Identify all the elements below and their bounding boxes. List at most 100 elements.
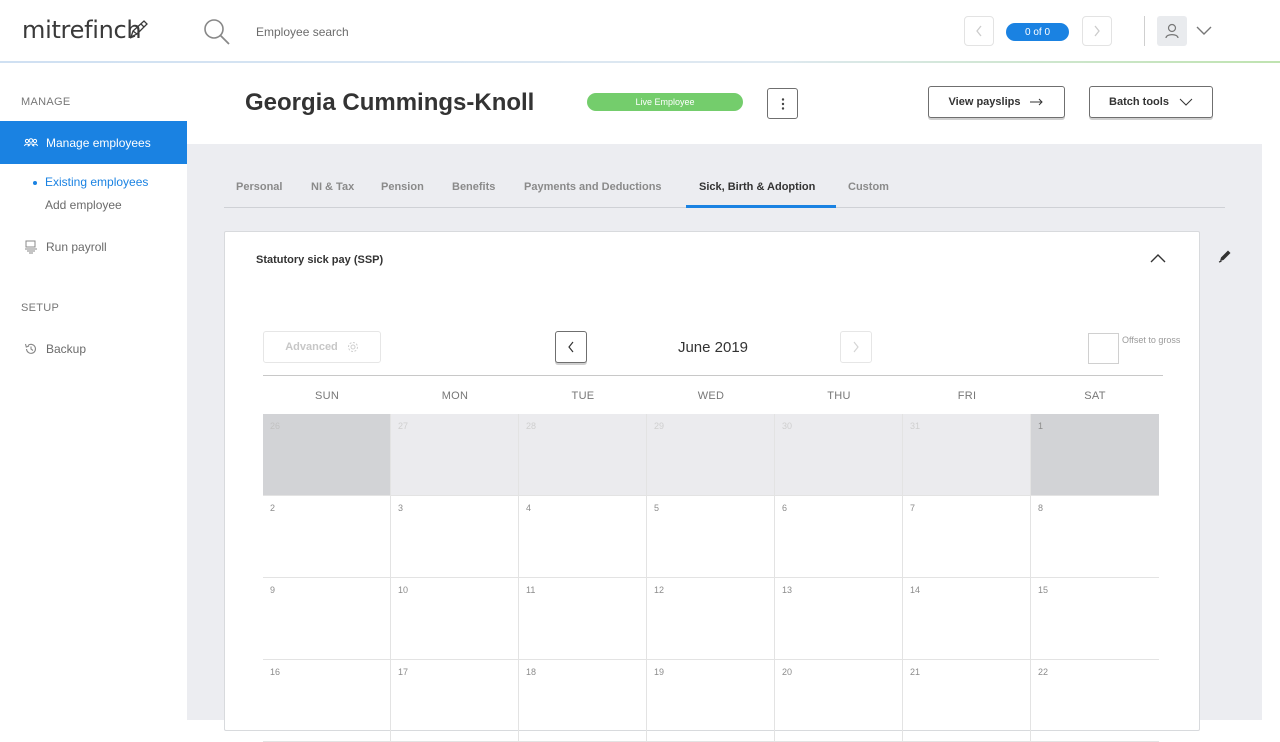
previous-employee-button[interactable] (964, 16, 994, 46)
user-icon (1165, 23, 1179, 39)
calendar-day-number: 6 (782, 503, 788, 513)
sidebar-item-backup[interactable]: Backup (24, 342, 86, 356)
calendar-day-cell[interactable]: 29 (647, 414, 775, 496)
sidebar-subitem-add-employee[interactable]: Add employee (45, 198, 122, 212)
divider (1144, 16, 1145, 46)
calendar-day-cell[interactable]: 17 (391, 660, 519, 742)
calendar-day-cell[interactable]: 3 (391, 496, 519, 578)
calendar-day-cell[interactable]: 28 (519, 414, 647, 496)
day-of-week-label: SUN (314, 390, 340, 402)
sidebar-item-label: Backup (46, 342, 87, 356)
day-of-week-label: TUE (571, 390, 595, 402)
view-payslips-label: View payslips (948, 96, 1021, 108)
calendar-day-number: 19 (654, 667, 665, 677)
sidebar-item-run-payroll[interactable]: Run payroll (24, 240, 107, 254)
advanced-label: Advanced (285, 341, 338, 353)
status-badge: Live Employee (587, 93, 743, 111)
calendar-day-number: 15 (1038, 585, 1049, 595)
calendar-day-cell[interactable]: 21 (903, 660, 1031, 742)
calendar-day-cell[interactable]: 10 (391, 578, 519, 660)
batch-tools-button[interactable]: Batch tools (1089, 86, 1213, 118)
ssp-card: Statutory sick pay (SSP) Advanced June 2… (224, 231, 1200, 742)
day-of-week-label: WED (697, 390, 725, 402)
backup-history-icon (24, 343, 37, 354)
employee-search-input[interactable] (248, 20, 548, 44)
search-icon[interactable] (203, 18, 231, 51)
app-logo[interactable]: mitrefinch (22, 16, 142, 44)
calendar-day-number: 31 (910, 421, 921, 431)
manage-heading: MANAGE (21, 96, 71, 108)
calendar-day-number: 13 (782, 585, 793, 595)
tab-personal[interactable]: Personal (236, 181, 282, 193)
user-menu-chevron-down-icon[interactable] (1195, 22, 1213, 45)
active-indicator-dot (33, 181, 37, 185)
calendar-day-cell[interactable]: 11 (519, 578, 647, 660)
sidebar-subitem-existing-employees[interactable]: Existing employees (45, 175, 148, 189)
next-employee-button[interactable] (1082, 16, 1112, 46)
chevron-left-icon (976, 25, 982, 37)
tab-pension[interactable]: Pension (381, 181, 424, 193)
calendar-day-cell[interactable]: 7 (903, 496, 1031, 578)
tab-sick-birth-adoption[interactable]: Sick, Birth & Adoption (699, 181, 815, 193)
sidebar-item-manage-employees[interactable]: Manage employees (0, 121, 187, 164)
calendar-day-number: 1 (1038, 421, 1044, 431)
employee-header: Georgia Cummings-Knoll Live Employee Vie… (187, 64, 1280, 144)
calendar-day-cell[interactable]: 19 (647, 660, 775, 742)
previous-month-button[interactable] (555, 331, 587, 363)
calendar-day-number: 3 (398, 503, 404, 513)
calendar-day-number: 21 (910, 667, 921, 677)
calendar-day-number: 2 (270, 503, 276, 513)
tab-ni-tax[interactable]: NI & Tax (311, 181, 354, 193)
view-payslips-button[interactable]: View payslips (928, 86, 1065, 118)
calendar-day-cell[interactable]: 20 (775, 660, 903, 742)
calendar-day-cell[interactable]: 12 (647, 578, 775, 660)
tab-payments-and-deductions[interactable]: Payments and Deductions (524, 181, 662, 193)
pencil-edit-icon[interactable] (1217, 248, 1233, 269)
calendar-day-number: 16 (270, 667, 281, 677)
calendar-day-number: 9 (270, 585, 276, 595)
tab-benefits[interactable]: Benefits (452, 181, 495, 193)
advanced-button[interactable]: Advanced (263, 331, 381, 363)
offset-to-gross-checkbox[interactable] (1088, 333, 1119, 364)
more-options-button[interactable] (767, 88, 798, 119)
section-title: Statutory sick pay (SSP) (256, 254, 384, 266)
calendar-day-number: 8 (1038, 503, 1044, 513)
next-month-button[interactable] (840, 331, 872, 363)
calendar-day-cell[interactable]: 13 (775, 578, 903, 660)
calendar-day-cell[interactable]: 9 (263, 578, 391, 660)
calendar-day-cell[interactable]: 15 (1031, 578, 1159, 660)
calendar-day-cell[interactable]: 14 (903, 578, 1031, 660)
calendar-day-number: 4 (526, 503, 532, 513)
calendar-day-number: 30 (782, 421, 793, 431)
payroll-icon (25, 240, 37, 254)
setup-heading: SETUP (21, 302, 60, 314)
sidebar-item-label: Manage employees (46, 135, 151, 150)
calendar-day-cell[interactable]: 2 (263, 496, 391, 578)
vertical-ellipsis-icon (781, 97, 784, 110)
tab-custom[interactable]: Custom (848, 181, 889, 193)
calendar-day-cell[interactable]: 27 (391, 414, 519, 496)
day-of-week-label: FRI (957, 390, 977, 402)
main-content: Personal NI & Tax Pension Benefits Payme… (187, 144, 1262, 742)
calendar-day-cell[interactable]: 4 (519, 496, 647, 578)
chevron-up-icon[interactable] (1149, 250, 1167, 273)
batch-tools-label: Batch tools (1109, 96, 1169, 108)
calendar-divider (263, 375, 1163, 376)
calendar-day-cell[interactable]: 16 (263, 660, 391, 742)
chevron-right-icon (853, 341, 859, 353)
calendar-day-cell[interactable]: 6 (775, 496, 903, 578)
gear-icon (347, 342, 358, 352)
chevron-right-icon (1094, 25, 1100, 37)
calendar-day-cell[interactable]: 1 (1031, 414, 1159, 496)
calendar-day-cell[interactable]: 5 (647, 496, 775, 578)
calendar-day-cell[interactable]: 31 (903, 414, 1031, 496)
calendar-day-cell[interactable]: 22 (1031, 660, 1159, 742)
calendar-day-cell[interactable]: 30 (775, 414, 903, 496)
pen-logo-icon (128, 18, 150, 45)
calendar-day-cell[interactable]: 26 (263, 414, 391, 496)
user-avatar-button[interactable] (1157, 16, 1187, 46)
calendar-day-cell[interactable]: 18 (519, 660, 647, 742)
calendar-day-cell[interactable]: 8 (1031, 496, 1159, 578)
calendar-day-number: 7 (910, 503, 916, 513)
calendar-day-number: 26 (270, 421, 281, 431)
